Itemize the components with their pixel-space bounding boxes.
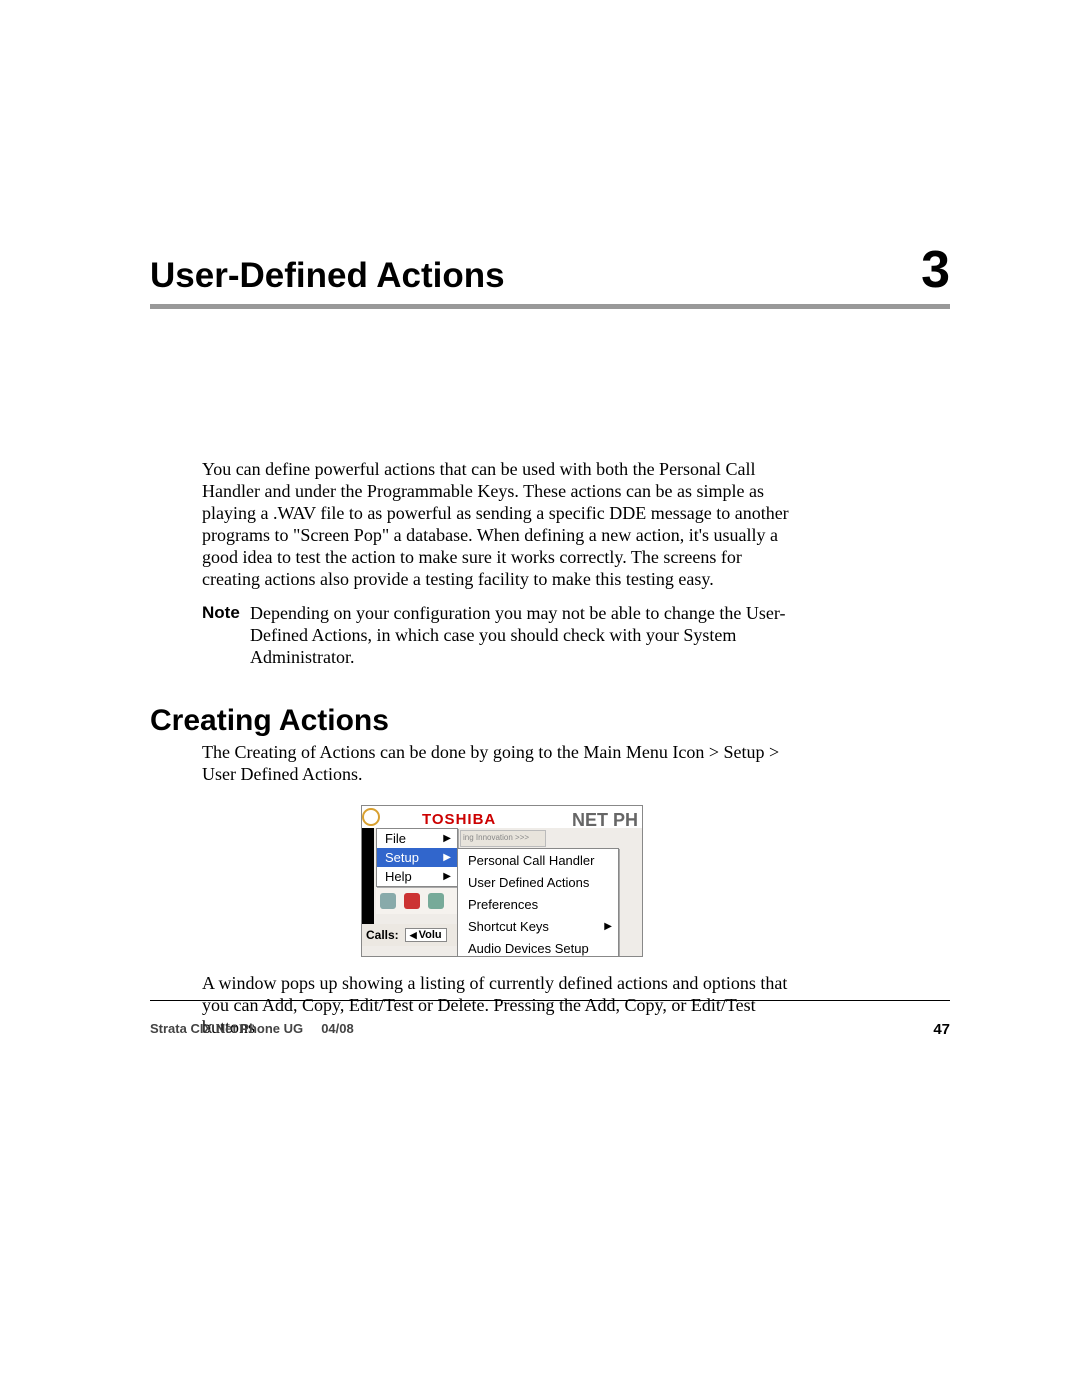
- intro-paragraph: You can define powerful actions that can…: [202, 459, 802, 591]
- calls-row: Calls: ◀ Volu: [362, 924, 460, 946]
- submenu-label: User Defined Actions: [468, 875, 589, 890]
- chapter-number: 3: [921, 240, 950, 300]
- submenu-shortcut-keys[interactable]: Shortcut Keys ▶: [458, 915, 618, 937]
- volume-label: Volu: [419, 929, 442, 941]
- submenu-label: Personal Call Handler: [468, 853, 594, 868]
- footer-doc-info: Strata CIX Net Phone UG 04/08: [150, 1021, 354, 1038]
- chevron-right-icon: ▶: [443, 871, 451, 882]
- submenu-label: Shortcut Keys: [468, 919, 549, 934]
- page-content: User-Defined Actions 3 You can define po…: [150, 240, 950, 1051]
- menu-help[interactable]: Help ▶: [377, 867, 457, 886]
- main-menu: File ▶ Setup ▶ Help ▶: [376, 828, 458, 887]
- creating-intro: The Creating of Actions can be done by g…: [202, 742, 802, 786]
- section-body: The Creating of Actions can be done by g…: [202, 742, 802, 1040]
- setup-submenu: Personal Call Handler User Defined Actio…: [457, 848, 619, 957]
- toolbar-icons: [376, 888, 460, 914]
- chevron-right-icon: ▶: [443, 852, 451, 863]
- footer-doc-title: Strata CIX Net Phone UG: [150, 1021, 303, 1036]
- note-label: Note: [202, 603, 250, 669]
- menu-file-label: File: [385, 831, 406, 846]
- menu-setup-label: Setup: [385, 850, 419, 865]
- volume-button[interactable]: ◀ Volu: [405, 928, 447, 942]
- chevron-right-icon: ▶: [443, 833, 451, 844]
- page-number: 47: [933, 1021, 950, 1038]
- tool-icon[interactable]: [428, 893, 444, 909]
- menu-help-label: Help: [385, 869, 412, 884]
- left-strip: [362, 828, 374, 924]
- submenu-personal-call-handler[interactable]: Personal Call Handler: [458, 849, 618, 871]
- tool-icon[interactable]: [404, 893, 420, 909]
- menu-setup[interactable]: Setup ▶: [377, 848, 457, 867]
- footer-rule: [150, 1000, 950, 1001]
- menu-file[interactable]: File ▶: [377, 829, 457, 848]
- app-screenshot: TOSHIBA NET PH ing Innovation >>> File ▶…: [361, 805, 643, 957]
- tagline: ing Innovation >>>: [460, 830, 546, 847]
- chapter-header: User-Defined Actions 3: [150, 240, 950, 309]
- page-footer: Strata CIX Net Phone UG 04/08 47: [150, 1000, 950, 1038]
- screenshot-figure: TOSHIBA NET PH ing Innovation >>> File ▶…: [361, 805, 643, 957]
- submenu-label: Audio Devices Setup: [468, 941, 589, 956]
- section-heading: Creating Actions: [150, 704, 950, 738]
- note-row: Note Depending on your configuration you…: [202, 603, 802, 669]
- brand-label: TOSHIBA: [422, 811, 496, 828]
- product-label: NET PH: [572, 810, 638, 831]
- submenu-label: Preferences: [468, 897, 538, 912]
- footer-doc-date: 04/08: [321, 1021, 354, 1036]
- chevron-right-icon: ▶: [604, 921, 612, 932]
- footer-row: Strata CIX Net Phone UG 04/08 47: [150, 1021, 950, 1038]
- tool-icon[interactable]: [380, 893, 396, 909]
- body-block: You can define powerful actions that can…: [202, 459, 802, 669]
- calls-label: Calls:: [366, 928, 399, 942]
- submenu-preferences[interactable]: Preferences: [458, 893, 618, 915]
- submenu-audio-devices[interactable]: Audio Devices Setup: [458, 937, 618, 957]
- chapter-title: User-Defined Actions: [150, 256, 505, 296]
- chevron-left-icon: ◀: [410, 930, 417, 941]
- submenu-user-defined-actions[interactable]: User Defined Actions: [458, 871, 618, 893]
- note-text: Depending on your configuration you may …: [250, 603, 802, 669]
